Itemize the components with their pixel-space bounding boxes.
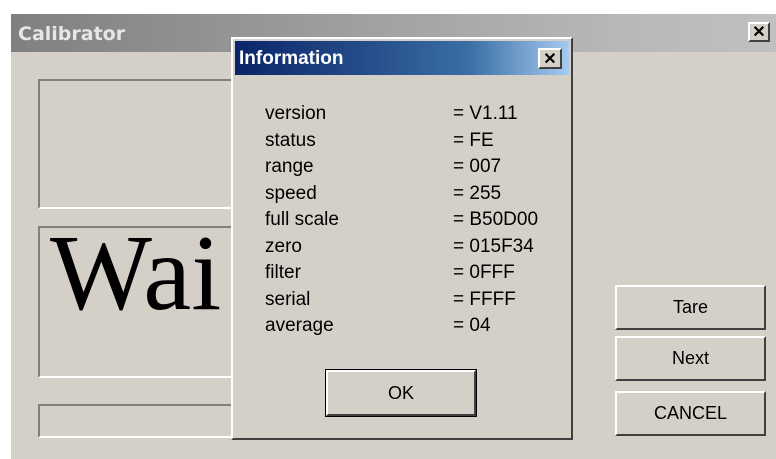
info-list: version = V1.11 status = FE range = 007 speed =… (265, 103, 565, 342)
info-value: = 007 (453, 156, 502, 177)
info-row: range = 007 (265, 156, 565, 183)
info-row: status = FE (265, 130, 565, 157)
information-titlebar[interactable]: Information ✕ (235, 41, 569, 75)
ok-button-label: OK (326, 370, 476, 416)
next-button[interactable]: Next (615, 336, 766, 381)
info-value: = 0FFF (453, 262, 515, 283)
info-row: version = V1.11 (265, 103, 565, 130)
information-dialog: Information ✕ version = V1.11 status = FE ra… (231, 37, 573, 440)
info-row: average = 04 (265, 315, 565, 342)
ok-button[interactable]: OK (325, 369, 477, 417)
calibrator-title: Calibrator (18, 23, 126, 45)
info-value: = B50D00 (453, 209, 539, 230)
info-key: serial (265, 288, 311, 310)
info-row: speed = 255 (265, 183, 565, 210)
info-key: version (265, 103, 327, 124)
info-row: filter = 0FFF (265, 262, 565, 289)
info-row: full scale = B50D00 (265, 209, 565, 236)
info-value: = 255 (453, 182, 502, 204)
calibrator-close-button[interactable]: ✕ (748, 22, 770, 42)
status-text: Wai (50, 226, 222, 333)
info-value: = FFFF (453, 288, 516, 310)
info-row: zero = 015F34 (265, 236, 565, 263)
info-value: = 04 (453, 315, 491, 336)
tare-button[interactable]: Tare (615, 285, 766, 330)
info-value: = FE (453, 129, 494, 151)
info-value: = 015F34 (453, 235, 534, 257)
info-value: = V1.11 (453, 103, 518, 124)
close-icon: ✕ (752, 24, 766, 41)
info-row: serial = FFFF (265, 289, 565, 316)
info-key: range (265, 156, 314, 177)
info-key: speed (265, 182, 317, 204)
info-key: full scale (265, 209, 339, 230)
close-icon: ✕ (543, 50, 557, 68)
info-key: average (265, 315, 334, 336)
information-close-button[interactable]: ✕ (538, 48, 562, 69)
info-key: status (265, 129, 316, 151)
information-title: Information (239, 48, 344, 69)
info-key: zero (265, 235, 302, 257)
info-key: filter (265, 262, 301, 283)
cancel-button[interactable]: CANCEL (615, 391, 766, 436)
